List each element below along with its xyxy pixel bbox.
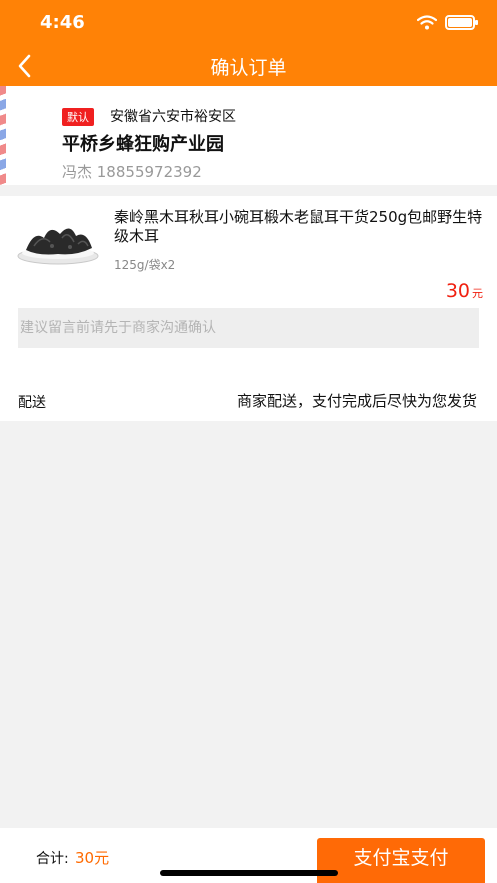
price-value: 30	[445, 280, 470, 302]
order-section: 秦岭黑木耳秋耳小碗耳椴木老鼠耳干货250g包邮野生特级木耳 125g/袋x2 3…	[0, 196, 497, 421]
total-value: 30元	[75, 849, 110, 867]
address-contact: 冯杰 18855972392	[62, 163, 202, 181]
wifi-icon	[417, 15, 437, 30]
product-image	[17, 228, 99, 265]
delivery-value: 商家配送，支付完成后尽快为您发货	[236, 392, 477, 410]
address-region: 安徽省六安市裕安区	[110, 109, 236, 125]
memo-input[interactable]	[18, 308, 479, 348]
product-title: 秦岭黑木耳秋耳小碗耳椴木老鼠耳干货250g包邮野生特级木耳	[114, 208, 483, 245]
status-time: 4:46	[40, 12, 85, 33]
airmail-border	[0, 86, 6, 185]
product-price: 30 元	[446, 280, 483, 302]
page-title: 确认订单	[210, 57, 287, 79]
product-spec: 125g/袋x2	[114, 258, 176, 272]
total-label: 合计:	[36, 851, 69, 867]
home-indicator	[160, 870, 338, 876]
address-card[interactable]: 默认 安徽省六安市裕安区 平桥乡蜂狂购产业园 冯杰 18855972392	[0, 86, 497, 185]
address-detail: 平桥乡蜂狂购产业园	[62, 134, 224, 155]
status-icons	[417, 15, 478, 30]
delivery-label: 配送	[18, 395, 46, 411]
alipay-pay-button[interactable]: 支付宝支付	[317, 838, 485, 883]
header: 4:46 确认订单	[0, 0, 497, 86]
price-unit: 元	[472, 287, 483, 300]
default-badge: 默认	[62, 108, 94, 126]
battery-icon	[445, 15, 478, 30]
